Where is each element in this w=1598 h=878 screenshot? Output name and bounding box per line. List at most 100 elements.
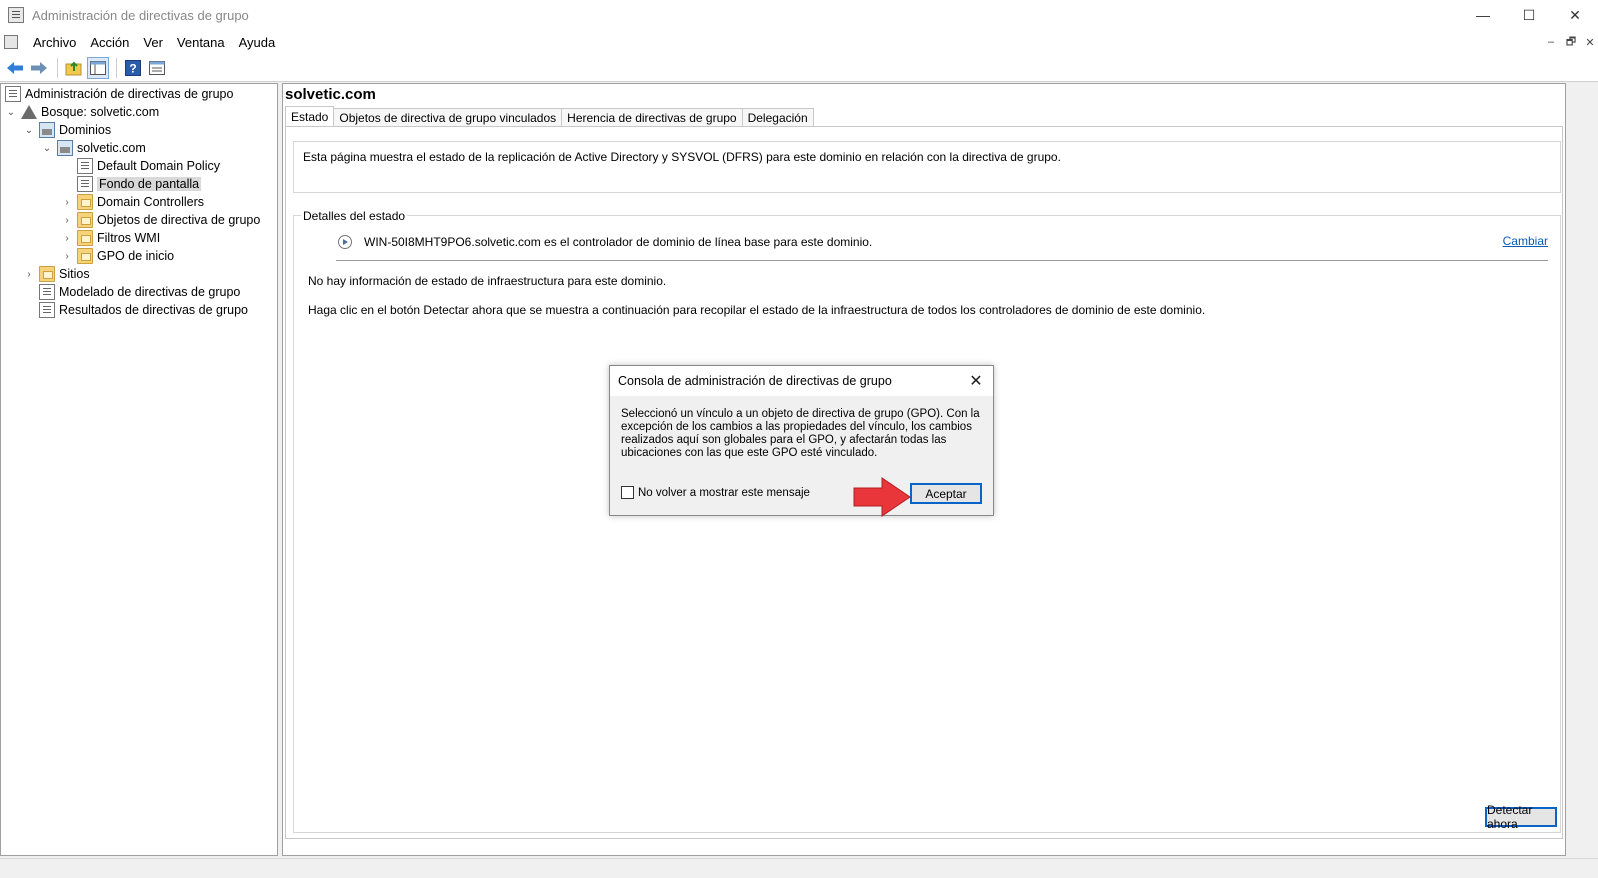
status-details-legend: Detalles del estado bbox=[301, 209, 408, 223]
chevron-right-icon[interactable]: › bbox=[61, 215, 73, 226]
tree-label: Filtros WMI bbox=[97, 231, 161, 245]
window-title: Administración de directivas de grupo bbox=[32, 7, 249, 23]
folder-icon bbox=[77, 230, 93, 246]
mdi-close-button[interactable]: ✕ bbox=[1580, 34, 1598, 50]
checkbox-box[interactable] bbox=[621, 486, 634, 499]
tree-label: Dominios bbox=[59, 123, 112, 137]
change-dc-link[interactable]: Cambiar bbox=[1503, 234, 1548, 248]
dialog-titlebar: Consola de administración de directivas … bbox=[610, 366, 993, 396]
menu-archivo[interactable]: Archivo bbox=[26, 35, 83, 50]
tab-estado[interactable]: Estado bbox=[285, 106, 335, 127]
system-menu-icon[interactable] bbox=[4, 35, 18, 49]
tab-strip: Estado Objetos de directiva de grupo vin… bbox=[285, 106, 814, 127]
detect-now-button[interactable]: Detectar ahora bbox=[1485, 803, 1557, 831]
tree-item-default-domain-policy[interactable]: Default Domain Policy bbox=[77, 157, 220, 175]
pane-splitter[interactable] bbox=[279, 83, 281, 856]
no-infra-info-text: No hay información de estado de infraest… bbox=[308, 274, 667, 288]
detect-instructions-text: Haga clic en el botón Detectar ahora que… bbox=[308, 303, 1206, 317]
status-bar bbox=[0, 858, 1598, 878]
tree-item-results[interactable]: Resultados de directivas de grupo bbox=[39, 301, 248, 319]
tree-item-fondo-de-pantalla[interactable]: Fondo de pantalla bbox=[77, 175, 202, 193]
chevron-right-icon[interactable]: › bbox=[61, 197, 73, 208]
ok-button[interactable]: Aceptar bbox=[910, 483, 982, 504]
tree-label: Administración de directivas de grupo bbox=[25, 87, 234, 101]
chevron-down-icon[interactable]: ⌄ bbox=[23, 125, 35, 136]
toolbar-separator bbox=[57, 57, 58, 78]
tab-linked-gpos[interactable]: Objetos de directiva de grupo vinculados bbox=[333, 108, 563, 127]
menu-ver[interactable]: Ver bbox=[136, 35, 170, 50]
results-icon bbox=[39, 302, 55, 318]
show-hide-tree-icon[interactable] bbox=[87, 56, 109, 79]
menu-accion[interactable]: Acción bbox=[83, 35, 136, 50]
checkbox-label: No volver a mostrar este mensaje bbox=[638, 486, 810, 499]
minimize-button[interactable]: — bbox=[1460, 0, 1506, 30]
gpmc-app-icon bbox=[8, 7, 24, 23]
sites-icon bbox=[39, 266, 55, 282]
tree-label: Modelado de directivas de grupo bbox=[59, 285, 241, 299]
tree-label: solvetic.com bbox=[77, 141, 146, 155]
tree-item-gpo-objects[interactable]: › Objetos de directiva de grupo bbox=[61, 211, 260, 229]
help-icon[interactable]: ? bbox=[122, 57, 144, 79]
tree-label: GPO de inicio bbox=[97, 249, 175, 263]
mdi-restore-button[interactable]: 🗗 bbox=[1561, 34, 1581, 50]
status-info-box: Esta página muestra el estado de la repl… bbox=[293, 141, 1561, 193]
tree-item-starter-gpos[interactable]: › GPO de inicio bbox=[61, 247, 174, 265]
baseline-dc-text: WIN-50I8MHT9PO6.solvetic.com es el contr… bbox=[364, 235, 873, 249]
expand-circle-icon[interactable] bbox=[338, 235, 352, 249]
baseline-dc-row: WIN-50I8MHT9PO6.solvetic.com es el contr… bbox=[338, 234, 872, 250]
chevron-down-icon[interactable]: ⌄ bbox=[41, 143, 53, 154]
tree-label: Fondo de pantalla bbox=[97, 177, 202, 191]
tree-label: Objetos de directiva de grupo bbox=[97, 213, 261, 227]
toolbar: ? bbox=[0, 54, 1598, 82]
forest-icon bbox=[21, 105, 37, 119]
properties-icon[interactable] bbox=[146, 57, 168, 79]
red-pointer-arrow-icon bbox=[853, 477, 911, 517]
tree-item-modeling[interactable]: Modelado de directivas de grupo bbox=[39, 283, 240, 301]
tree-item-domain-controllers[interactable]: › Domain Controllers bbox=[61, 193, 204, 211]
divider bbox=[336, 260, 1548, 261]
folder-icon bbox=[77, 212, 93, 228]
folder-icon bbox=[77, 248, 93, 264]
chevron-right-icon[interactable]: › bbox=[61, 233, 73, 244]
dialog-message: Seleccionó un vínculo a un objeto de dir… bbox=[621, 408, 980, 459]
tree-item-wmi-filters[interactable]: › Filtros WMI bbox=[61, 229, 160, 247]
toolbar-separator bbox=[116, 57, 117, 78]
page-title: solvetic.com bbox=[285, 86, 376, 103]
domains-icon bbox=[39, 122, 55, 138]
up-folder-icon[interactable] bbox=[63, 57, 85, 79]
svg-text:?: ? bbox=[129, 61, 136, 75]
dialog-close-button[interactable]: ✕ bbox=[967, 372, 985, 390]
tree-item-forest[interactable]: ⌄ Bosque: solvetic.com bbox=[5, 103, 159, 121]
console-tree[interactable]: Administración de directivas de grupo ⌄ … bbox=[0, 83, 278, 856]
window-titlebar: Administración de directivas de grupo bbox=[0, 0, 1598, 30]
menu-ventana[interactable]: Ventana bbox=[170, 35, 232, 50]
chevron-right-icon[interactable]: › bbox=[61, 251, 73, 262]
tab-inheritance[interactable]: Herencia de directivas de grupo bbox=[561, 108, 743, 127]
dialog-title: Consola de administración de directivas … bbox=[618, 374, 892, 388]
forward-arrow-icon[interactable] bbox=[28, 57, 50, 79]
tab-delegation[interactable]: Delegación bbox=[741, 108, 814, 127]
tree-label: Bosque: solvetic.com bbox=[41, 105, 160, 119]
gpo-link-icon bbox=[77, 158, 93, 174]
chevron-right-icon[interactable]: › bbox=[23, 269, 35, 280]
modeling-icon bbox=[39, 284, 55, 300]
tree-label: Resultados de directivas de grupo bbox=[59, 303, 249, 317]
gpo-link-warning-dialog: Consola de administración de directivas … bbox=[609, 365, 994, 516]
back-arrow-icon[interactable] bbox=[4, 57, 26, 79]
status-details-group: Detalles del estado WIN-50I8MHT9PO6.solv… bbox=[293, 209, 1561, 833]
ou-folder-icon bbox=[77, 194, 93, 210]
tree-item-domains[interactable]: ⌄ Dominios bbox=[23, 121, 111, 139]
close-window-button[interactable]: ✕ bbox=[1552, 0, 1598, 30]
domain-icon bbox=[57, 140, 73, 156]
chevron-down-icon[interactable]: ⌄ bbox=[5, 107, 17, 118]
tree-label: Sitios bbox=[59, 267, 90, 281]
tree-item-sites[interactable]: › Sitios bbox=[23, 265, 90, 283]
menu-bar: Archivo Acción Ver Ventana Ayuda bbox=[0, 30, 1598, 54]
tree-item-root[interactable]: Administración de directivas de grupo bbox=[5, 85, 233, 103]
maximize-button[interactable]: ☐ bbox=[1506, 0, 1552, 30]
status-info-text: Esta página muestra el estado de la repl… bbox=[303, 150, 1061, 164]
mdi-minimize-button[interactable]: – bbox=[1541, 34, 1561, 50]
menu-ayuda[interactable]: Ayuda bbox=[232, 35, 283, 50]
dont-show-again-checkbox[interactable]: No volver a mostrar este mensaje bbox=[621, 486, 810, 499]
tree-item-domain[interactable]: ⌄ solvetic.com bbox=[41, 139, 146, 157]
